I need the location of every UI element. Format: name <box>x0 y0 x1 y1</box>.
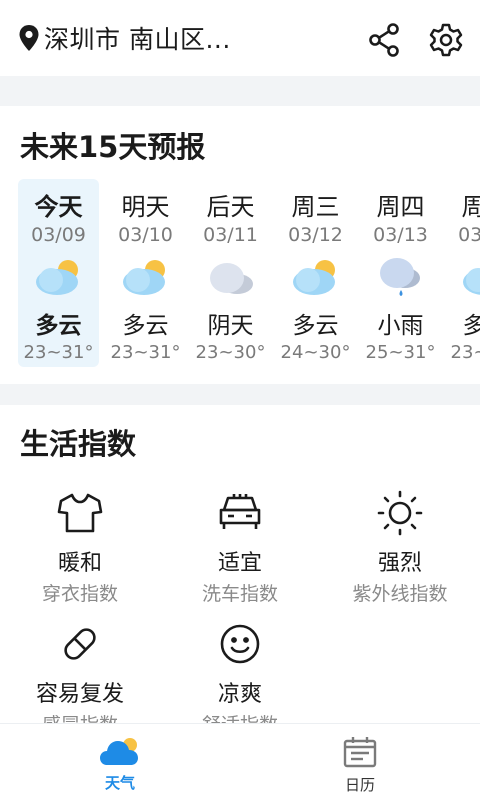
day-condition: 阴天 <box>207 313 254 339</box>
smile-icon <box>216 620 264 668</box>
forecast-days-scroller[interactable]: 今天 03/09 多云 23~31° 明天 03/10 多云 23~31° 后天 <box>18 179 480 367</box>
index-label: 穿衣指数 <box>41 583 118 605</box>
index-label: 舒适指数 <box>202 710 278 723</box>
day-date: 03/10 <box>118 224 173 246</box>
day-temp: 23~30° <box>195 342 266 363</box>
day-temp: 23~31° <box>450 342 480 363</box>
tab-label: 日历 <box>344 776 375 794</box>
tab-label: 天气 <box>104 774 135 792</box>
day-condition: 小雨 <box>377 313 424 339</box>
index-value: 容易复发 <box>35 682 124 707</box>
weather-cloud-icon <box>100 738 138 765</box>
forecast-day[interactable]: 周三 03/12 多云 24~30° <box>273 179 358 367</box>
gear-icon[interactable] <box>428 22 464 58</box>
day-condition: 多云 <box>35 313 82 339</box>
sun-icon <box>376 489 424 537</box>
day-date: 03/12 <box>288 224 343 246</box>
day-name: 周四 <box>376 193 425 221</box>
day-name: 后天 <box>206 193 255 221</box>
day-temp: 23~31° <box>23 342 94 363</box>
index-label: 感冒指数 <box>42 710 118 723</box>
forecast-day[interactable]: 明天 03/10 多云 23~31° <box>103 179 188 367</box>
tshirt-icon <box>56 489 104 537</box>
forecast-card: 未来15天预报 今天 03/09 多云 23~31° 明天 03/10 多云 2… <box>0 106 480 384</box>
partly-cloudy-icon <box>122 260 165 295</box>
light-rain-icon <box>379 258 420 296</box>
index-value: 适宜 <box>217 551 262 576</box>
tab-weather[interactable]: 天气 <box>0 724 240 800</box>
index-value: 凉爽 <box>217 682 262 707</box>
day-date: 03/14 <box>458 224 480 246</box>
overcast-icon <box>209 263 253 294</box>
location-pin-icon <box>18 24 40 52</box>
index-value: 强烈 <box>377 551 422 576</box>
life-index-item-cold[interactable]: 容易复发 感冒指数 <box>0 620 160 723</box>
forecast-title: 未来15天预报 <box>20 130 206 164</box>
life-index-item-carwash[interactable]: 适宜 洗车指数 <box>160 489 320 606</box>
day-temp: 23~31° <box>110 342 181 363</box>
tab-calendar[interactable]: 日历 <box>240 724 480 800</box>
day-temp: 24~30° <box>280 342 351 363</box>
partly-cloudy-icon <box>35 260 78 295</box>
day-temp: 25~31° <box>365 342 436 363</box>
top-bar: 深圳市 南山区... <box>0 0 480 76</box>
day-name: 今天 <box>34 193 83 221</box>
forecast-day-today[interactable]: 今天 03/09 多云 23~31° <box>18 179 99 367</box>
location-title[interactable]: 深圳市 南山区... <box>44 20 231 56</box>
partly-cloudy-icon <box>292 260 335 295</box>
index-label: 紫外线指数 <box>352 583 448 605</box>
day-date: 03/09 <box>31 224 86 246</box>
day-date: 03/13 <box>373 224 428 246</box>
day-condition: 多云 <box>122 313 169 339</box>
forecast-day[interactable]: 周四 03/13 小雨 25~31° <box>358 179 443 367</box>
forecast-day[interactable]: 后天 03/11 阴天 23~30° <box>188 179 273 367</box>
life-index-item-clothing[interactable]: 暖和 穿衣指数 <box>0 489 160 606</box>
day-condition: 多云 <box>462 313 480 339</box>
index-value: 暖和 <box>57 551 102 576</box>
day-name: 周五 <box>461 193 480 221</box>
life-index-card: 生活指数 暖和 穿衣指数 适宜 洗车指数 强烈 紫外线指数 容易复发 凉爽 <box>0 405 480 723</box>
car-icon <box>216 489 264 537</box>
partly-cloudy-icon <box>462 268 480 295</box>
life-index-item-uv[interactable]: 强烈 紫外线指数 <box>320 489 480 606</box>
calendar-icon <box>343 737 377 768</box>
index-label: 洗车指数 <box>201 583 278 605</box>
day-condition: 多云 <box>292 313 339 339</box>
bottom-tab-bar: 天气 日历 <box>0 723 480 800</box>
day-date: 03/11 <box>203 224 258 246</box>
life-index-item-comfort[interactable]: 凉爽 舒适指数 <box>160 620 320 723</box>
day-name: 明天 <box>121 193 170 221</box>
share-icon[interactable] <box>366 22 402 58</box>
forecast-day[interactable]: 周五 03/14 多云 23~31° <box>443 179 480 367</box>
life-index-title: 生活指数 <box>20 427 137 461</box>
day-name: 周三 <box>291 193 340 221</box>
pill-icon <box>56 620 104 668</box>
